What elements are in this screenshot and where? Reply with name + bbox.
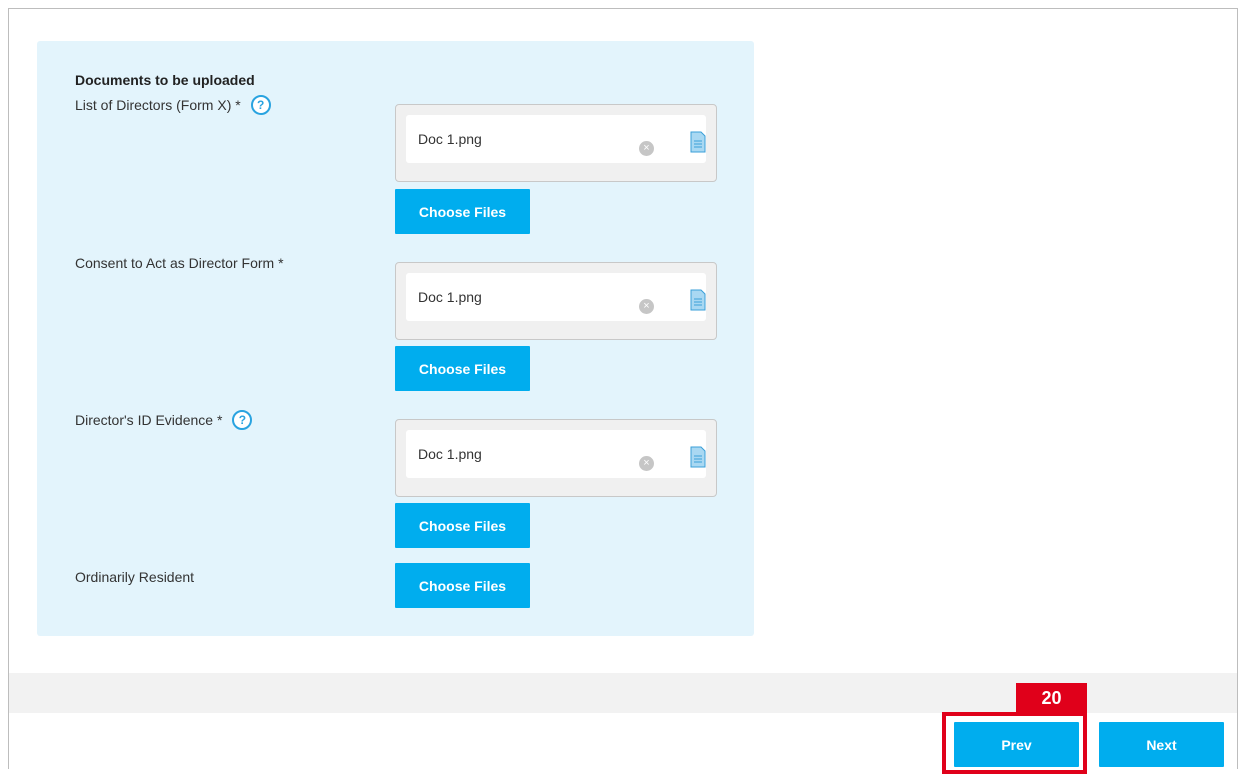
file-list-box: Doc 1.png × bbox=[395, 104, 717, 182]
field-label-ordinarily-resident: Ordinarily Resident bbox=[75, 566, 194, 588]
file-list-box: Doc 1.png × bbox=[395, 419, 717, 497]
next-button[interactable]: Next bbox=[1099, 722, 1224, 767]
annotation-step-callout: 20 bbox=[1016, 683, 1087, 713]
field-label-list-of-directors: List of Directors (Form X) * ? bbox=[75, 94, 271, 116]
field-label-consent-to-act: Consent to Act as Director Form * bbox=[75, 252, 284, 274]
uploaded-file-item: Doc 1.png × bbox=[406, 273, 706, 321]
field-label-text: Consent to Act as Director Form * bbox=[75, 255, 284, 271]
choose-files-button-consent-to-act[interactable]: Choose Files bbox=[395, 346, 530, 391]
annotation-highlight-box bbox=[942, 712, 1087, 774]
remove-file-icon[interactable]: × bbox=[639, 299, 654, 314]
choose-files-button-ordinarily-resident[interactable]: Choose Files bbox=[395, 563, 530, 608]
choose-files-button-director-id-evidence[interactable]: Choose Files bbox=[395, 503, 530, 548]
help-icon[interactable]: ? bbox=[250, 95, 271, 115]
uploaded-file-item: Doc 1.png × bbox=[406, 115, 706, 163]
file-name: Doc 1.png bbox=[418, 131, 482, 147]
section-title: Documents to be uploaded bbox=[75, 72, 255, 88]
field-label-text: Director's ID Evidence * bbox=[75, 412, 223, 428]
field-label-text: List of Directors (Form X) * bbox=[75, 97, 241, 113]
file-list-box: Doc 1.png × bbox=[395, 262, 717, 340]
document-icon bbox=[690, 446, 706, 468]
remove-file-icon[interactable]: × bbox=[639, 141, 654, 156]
document-icon bbox=[690, 131, 706, 153]
help-icon[interactable]: ? bbox=[232, 410, 253, 430]
field-label-text: Ordinarily Resident bbox=[75, 569, 195, 585]
field-label-director-id-evidence: Director's ID Evidence * ? bbox=[75, 409, 253, 431]
remove-file-icon[interactable]: × bbox=[639, 456, 654, 471]
file-name: Doc 1.png bbox=[418, 446, 482, 462]
file-name: Doc 1.png bbox=[418, 289, 482, 305]
uploaded-file-item: Doc 1.png × bbox=[406, 430, 706, 478]
choose-files-button-list-of-directors[interactable]: Choose Files bbox=[395, 189, 530, 234]
document-icon bbox=[690, 289, 706, 311]
